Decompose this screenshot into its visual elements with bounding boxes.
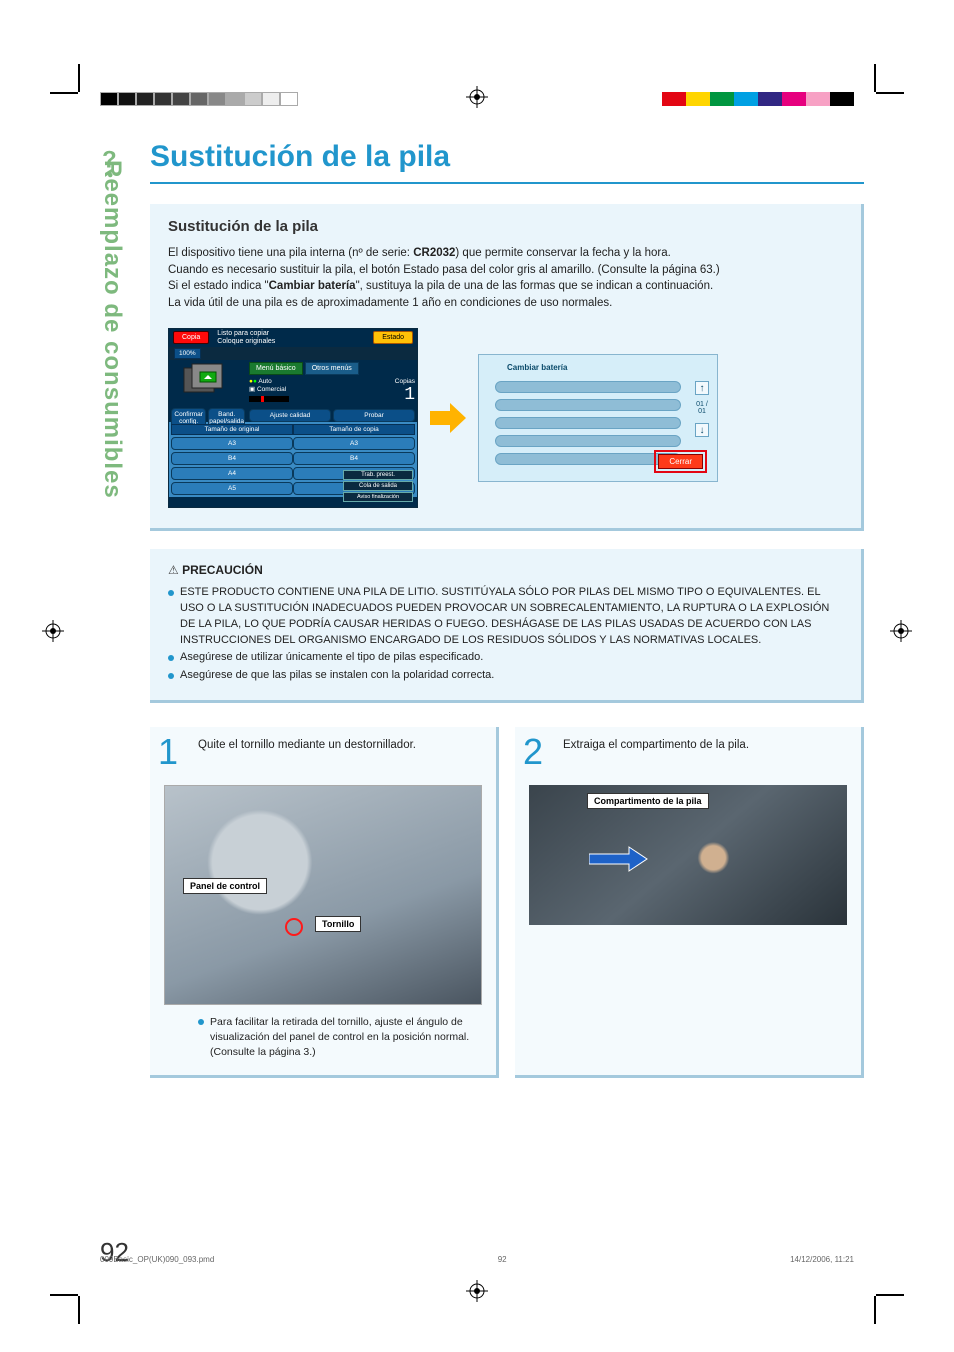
size-button: A5 — [171, 482, 293, 495]
page-title: Sustitución de la pila — [150, 140, 864, 174]
arrow-down-icon: ↓ — [695, 423, 709, 437]
caution-box: PRECAUCIÓN ESTE PRODUCTO CONTIENE UNA PI… — [150, 549, 864, 704]
ajuste-button: Ajuste calidad — [249, 409, 331, 422]
step-note: Para facilitar la retirada del tornillo,… — [164, 1015, 482, 1059]
caution-item: ESTE PRODUCTO CONTIENE UNA PILA DE LITIO… — [168, 585, 843, 649]
cropmark — [874, 1296, 876, 1324]
zoom-label: 100% — [174, 348, 201, 359]
trab-button: Trab. preest. — [343, 470, 413, 480]
cropmark — [78, 1296, 80, 1324]
screw-label: Tornillo — [315, 916, 361, 932]
tab-basic: Menú básico — [249, 362, 303, 375]
steps-row: 1 Quite el tornillo mediante un destorni… — [150, 727, 864, 1078]
footer-page: 92 — [498, 1255, 507, 1264]
registration-mark-icon — [466, 1280, 488, 1302]
copies-label: Copias — [395, 378, 415, 385]
copier-screen: Copia Listo para copiarColoque originale… — [168, 328, 418, 508]
cropmark — [78, 64, 80, 92]
intro-paragraph: El dispositivo tiene una pila interna (n… — [168, 245, 843, 312]
step-number: 1 — [158, 731, 178, 773]
intro-text: ", sustituya la pila de una de las forma… — [356, 280, 714, 292]
tab-other: Otros menús — [305, 362, 359, 375]
step2-photo: Compartimento de la pila — [529, 785, 847, 925]
intro-text: Si el estado indica " — [168, 280, 269, 292]
cropmark — [876, 1294, 904, 1296]
step-text: Quite el tornillo mediante un destornill… — [198, 737, 482, 777]
extract-arrow-icon — [589, 839, 649, 879]
caution-heading: PRECAUCIÓN — [168, 563, 843, 577]
step1-photo: Panel de control Tornillo — [164, 785, 482, 1005]
size-button: B4 — [171, 452, 293, 465]
intro-text: El dispositivo tiene una pila interna (n… — [168, 247, 413, 259]
mode-button: Copia — [173, 331, 209, 344]
status-message: Cambiar batería — [269, 280, 356, 292]
registration-mark-icon — [42, 620, 64, 642]
auto-label: Auto — [258, 378, 271, 385]
size-button: A3 — [293, 437, 415, 450]
section-heading: Sustitución de la pila — [168, 218, 843, 235]
ready-label: Listo para copiarColoque originales — [217, 330, 373, 345]
footer-filename: 009Basic_OP(UK)090_093.pmd — [100, 1255, 214, 1264]
paper-tray-icon — [178, 362, 238, 402]
cola-button: Cola de salida — [343, 481, 413, 491]
copies-count: 1 — [395, 385, 415, 405]
print-footer: 009Basic_OP(UK)090_093.pmd 92 14/12/2006… — [100, 1255, 854, 1264]
title-underline — [150, 182, 864, 184]
caution-item: Asegúrese de utilizar únicamente el tipo… — [168, 650, 843, 666]
list-line — [495, 453, 681, 465]
registration-mark-icon — [890, 620, 912, 642]
intro-text: La vida útil de una pila es de aproximad… — [168, 297, 612, 309]
serial-number: CR2032 — [413, 247, 455, 259]
size-button: A3 — [171, 437, 293, 450]
estado-button: Estado — [373, 331, 413, 344]
panel-label: Panel de control — [183, 878, 267, 894]
cropmark — [876, 92, 904, 94]
list-line — [495, 381, 681, 393]
sidebar-section-label: Reemplazo de consumibles — [90, 160, 126, 499]
arrow-right-icon — [430, 403, 466, 433]
orig-size-header: Tamaño de original — [171, 424, 293, 435]
aviso-button: Aviso finalización — [343, 492, 413, 502]
step-number: 2 — [523, 731, 543, 773]
copy-size-header: Tamaño de copia — [293, 424, 415, 435]
step-1: 1 Quite el tornillo mediante un destorni… — [150, 727, 499, 1078]
list-line — [495, 417, 681, 429]
list-line — [495, 399, 681, 411]
step-2: 2 Extraiga el compartimento de la pila. … — [515, 727, 864, 1078]
cropmark — [874, 64, 876, 92]
arrow-up-icon: ↑ — [695, 381, 709, 395]
compartment-label: Compartimento de la pila — [587, 793, 709, 809]
step-text: Extraiga el compartimento de la pila. — [563, 737, 847, 777]
caution-item: Asegúrese de que las pilas se instalen c… — [168, 668, 843, 684]
screw-marker — [285, 918, 303, 936]
size-button: A4 — [171, 467, 293, 480]
size-button: B4 — [293, 452, 415, 465]
status-screen: Cambiar batería ↑ 01 / 01 ↓ Cerrar — [478, 354, 718, 482]
cerrar-button: Cerrar — [658, 454, 703, 469]
footer-date: 14/12/2006, 11:21 — [790, 1255, 854, 1264]
intro-text: ) que permite conservar la fecha y la ho… — [455, 247, 670, 259]
page-counter: 01 / 01 — [693, 401, 711, 415]
cropmark — [50, 92, 78, 94]
comercial-label: Comercial — [257, 386, 286, 393]
intro-box: Sustitución de la pila El dispositivo ti… — [150, 204, 864, 531]
screenshot-row: Copia Listo para copiarColoque originale… — [168, 328, 843, 508]
probar-button: Probar — [333, 409, 415, 422]
status-title: Cambiar batería — [507, 363, 567, 372]
list-line — [495, 435, 681, 447]
intro-text: Cuando es necesario sustituir la pila, e… — [168, 264, 720, 276]
cropmark — [50, 1294, 78, 1296]
